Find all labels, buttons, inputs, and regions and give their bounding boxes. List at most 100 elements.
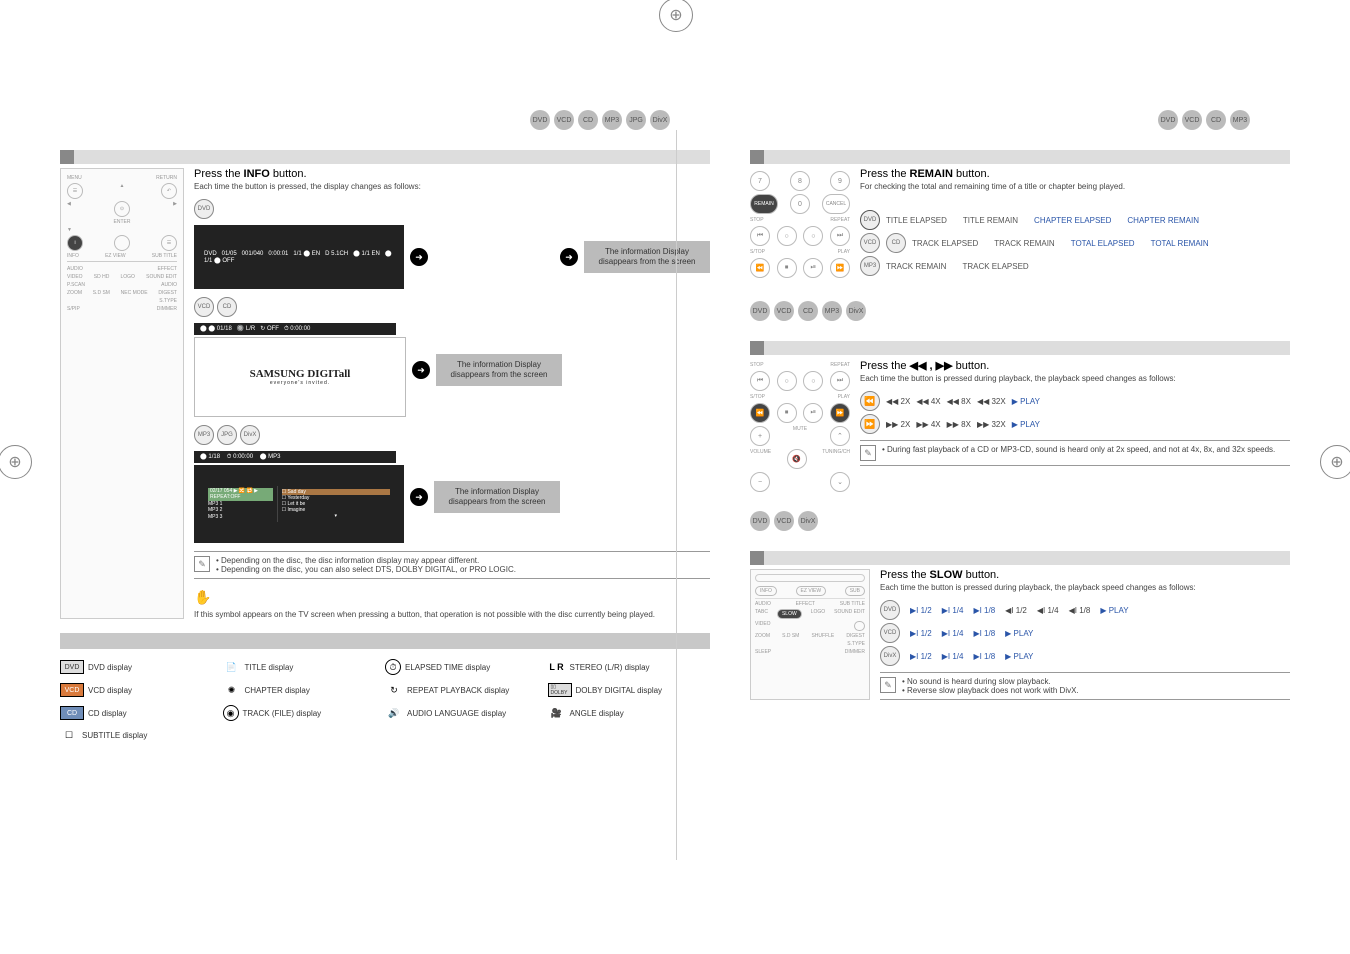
remote-sdsm-label: S.D SM (93, 290, 110, 296)
note-line-2: • Depending on the disc, you can also se… (216, 565, 516, 574)
note-icon-slow: ✎ (880, 677, 896, 693)
remote-menu-label: MENU (67, 175, 82, 181)
disc-type-icons-slow: DVD VCD DivX (750, 511, 1290, 531)
remain-button-word: button. (956, 168, 990, 180)
remote-digest-label: DIGEST (158, 290, 177, 296)
remote-forward-button: ⏩ (830, 403, 850, 423)
dolby-symbol: ▯▯ DOLBY (548, 683, 572, 697)
mp3-icon: MP3 (602, 110, 622, 130)
forward-icon: ⏩ (860, 414, 880, 434)
dvd-osd-screen: DVD 01/05 001/040 0:00:01 1/1 ⬤ EN D 5.1… (194, 225, 404, 289)
remote-info-label: INFO (67, 253, 79, 259)
fast-press: Press the (860, 360, 906, 372)
vcd-mini-icon: VCD (194, 297, 214, 317)
audio-legend: AUDIO LANGUAGE display (407, 709, 506, 718)
next-arrow-3: ➜ (412, 361, 430, 379)
dvd-ctx-icon: DVD (860, 210, 880, 230)
cd-icon-r1: CD (1206, 110, 1226, 130)
elapsed-symbol: ⏱ (385, 659, 401, 675)
title-legend: TITLE display (245, 663, 294, 672)
registration-mark-right: ⊕ (1320, 445, 1350, 479)
next-arrow-1: ➜ (410, 248, 428, 266)
remote-cancel-button: CANCEL (822, 194, 850, 214)
remote-sdhd-label: SD HD (94, 274, 110, 280)
remote-illustration-left: MENURETURN ☰▲↶ ◀⊙▶ ENTER ▼ i ☰ INFOEZ VI… (60, 168, 184, 619)
divx-icon-r3: DivX (798, 511, 818, 531)
fast-subtext: Each time the button is pressed during p… (860, 374, 1290, 383)
remain-button-name: REMAIN (910, 168, 953, 180)
info-bubble-2: The information Display disappears from … (436, 354, 562, 385)
vcd-legend: VCD display (88, 686, 132, 695)
hand-icon: ✋ (194, 589, 710, 606)
remote-remain-button: REMAIN (750, 194, 778, 214)
dvd-icon-r1: DVD (1158, 110, 1178, 130)
info-bubble-1: The information Display disappears from … (584, 241, 710, 272)
repeat-symbol: ↻ (385, 684, 403, 696)
cd-legend: CD display (88, 709, 127, 718)
remote-slow-button: SLOW (777, 609, 802, 619)
play-label: PLAY (838, 249, 850, 255)
dvd-symbol: DVD (60, 660, 84, 674)
remote-stype-label: S.TYPE (159, 298, 177, 304)
subtitle-legend: SUBTITLE display (82, 731, 147, 740)
angle-symbol: 🎥 (548, 707, 566, 719)
note-icon-fast: ✎ (860, 445, 876, 461)
elapsed-legend: ELAPSED TIME display (405, 663, 490, 672)
remote-return-label: RETURN (156, 175, 177, 181)
legend-header-strip (60, 633, 710, 649)
divx-icon: DivX (650, 110, 670, 130)
slow-press: Press the (880, 569, 926, 581)
disc-type-icons-remain: DVD VCD CD MP3 (750, 110, 1290, 130)
divx-icon-r2: DivX (846, 301, 866, 321)
repeat-label: REPEAT (830, 217, 850, 223)
dvd-icon-r3: DVD (750, 511, 770, 531)
info-note-box: ✎ • Depending on the disc, the disc info… (194, 551, 710, 579)
logo-tagline: everyone's invited. (270, 380, 330, 386)
remote-enter-button: ⊙ (114, 201, 130, 217)
left-page: DVD VCD CD MP3 JPG DivX MENURETURN ☰▲↶ ◀… (60, 110, 710, 749)
chapter-legend: CHAPTER display (245, 686, 310, 695)
remote-illustration-slow: INFOEZ VIEWSUB AUDIOEFFECTSUB TITLE TABC… (750, 569, 870, 700)
stereo-symbol: L R (548, 661, 566, 673)
remote-soundedit-label: SOUND EDIT (146, 274, 177, 280)
title-symbol: 📄 (223, 661, 241, 673)
angle-legend: ANGLE display (570, 709, 624, 718)
info-press-label: Press the (194, 168, 240, 180)
track-symbol: ◉ (223, 705, 239, 721)
vcd-slow-ctx: VCD (880, 623, 900, 643)
dolby-legend: DOLBY DIGITAL display (576, 686, 663, 695)
fast-button-word: button. (956, 360, 990, 372)
slow-button-word: button. (966, 569, 1000, 581)
repeat-legend: REPEAT PLAYBACK display (407, 686, 509, 695)
audio-symbol: 🔊 (385, 707, 403, 719)
next-arrow-2: ➜ (560, 248, 578, 266)
vcd-icon-r3: VCD (774, 511, 794, 531)
slow-subtext: Each time the button is pressed during p… (880, 583, 1290, 592)
fast-button-icons: ◀◀ , ▶▶ (910, 360, 953, 372)
mp3-list-screen: 02/17 054 ▶ 🔀 🔁 ▶ REPEAT:OFF MP3 1 MP3 2… (194, 465, 404, 543)
dvd-slow-ctx: DVD (880, 600, 900, 620)
dvd-mini-icon: DVD (194, 199, 214, 219)
slow-button-name: SLOW (930, 569, 963, 581)
remote-info-button: i (67, 235, 83, 251)
remote-logo-label: LOGO (121, 274, 135, 280)
mp3-icon-r2: MP3 (822, 301, 842, 321)
note-icon: ✎ (194, 556, 210, 572)
fast-section-bar (750, 341, 1290, 355)
remote-return-button: ↶ (161, 183, 177, 199)
remain-press: Press the (860, 168, 906, 180)
disc-type-icons-fast: DVD VCD CD MP3 DivX (750, 301, 1290, 321)
cd-mini-icon: CD (217, 297, 237, 317)
remote-illustration-remain: 789 REMAIN0CANCEL STOPREPEAT ⏮○○⏭ S/TOPP… (750, 168, 850, 281)
logo-osd-screen: SAMSUNG DIGITall everyone's invited. (194, 337, 406, 417)
fast-note-box: ✎ • During fast playback of a CD or MP3-… (860, 440, 1290, 466)
vcd-ctx-icon: VCD (860, 233, 880, 253)
logo-text: SAMSUNG DIGITall (250, 368, 351, 380)
vcd-status-bar: ⬤ ⬤ 01/18 🔘 L/R ↻ OFF ⏱ 0:00:00 (194, 323, 396, 335)
info-subtext: Each time the button is pressed, the dis… (194, 182, 710, 191)
cd-icon-r2: CD (798, 301, 818, 321)
remote-enter-label: ENTER (67, 219, 177, 225)
dvd-legend: DVD display (88, 663, 132, 672)
remote-menu-button: ☰ (67, 183, 83, 199)
disc-type-icons-left: DVD VCD CD MP3 JPG DivX (60, 110, 710, 130)
